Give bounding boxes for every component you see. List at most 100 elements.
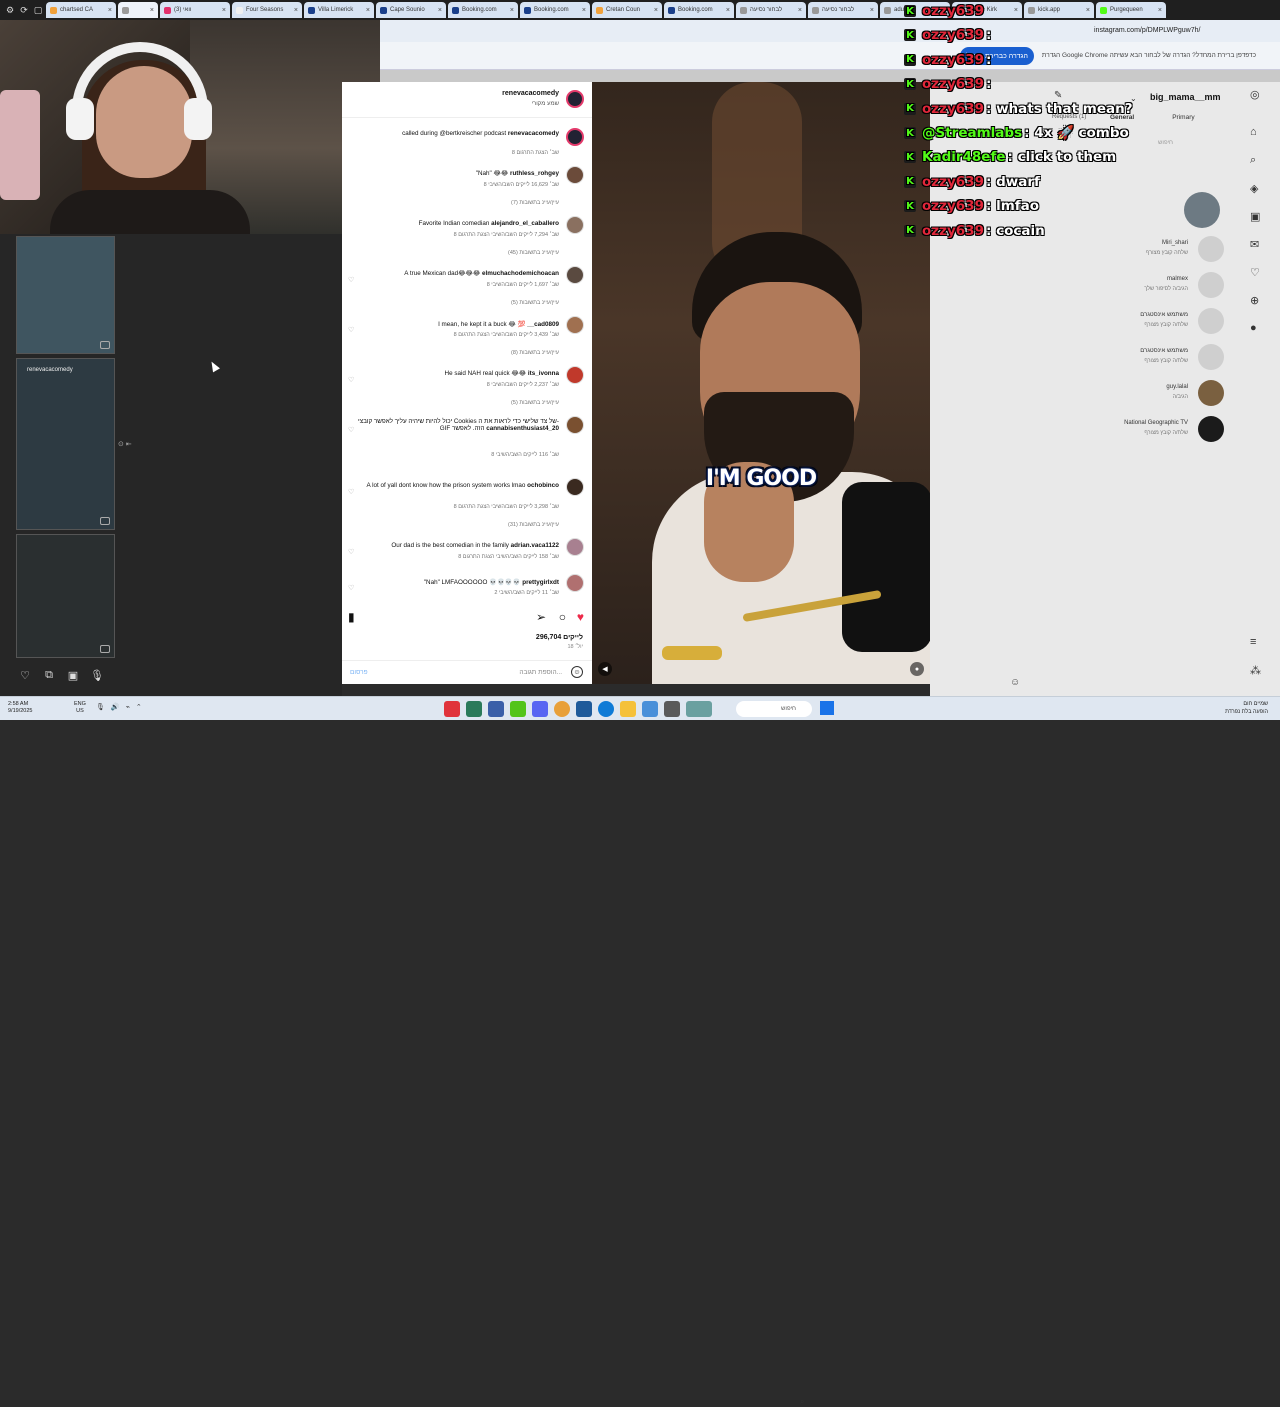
close-tab-icon[interactable]: × [726, 7, 730, 14]
more-icon[interactable]: ⁂ [1250, 664, 1261, 677]
close-tab-icon[interactable]: × [798, 7, 802, 14]
author-avatar[interactable] [566, 128, 584, 146]
file-explorer-icon[interactable] [620, 701, 636, 717]
notifications-icon[interactable]: ♡ [1250, 266, 1260, 279]
browser-tab[interactable]: (3) וואי × [160, 2, 230, 18]
like-heart-icon[interactable]: ♥ [577, 610, 584, 624]
browser-tab[interactable]: chartsed CA × [46, 2, 116, 18]
chat-username[interactable]: ozzy639 [922, 3, 984, 19]
split-icon[interactable]: ▢ [32, 4, 44, 16]
menu-icon[interactable]: ≡ [1250, 636, 1256, 648]
chat-username[interactable]: ozzy639 [922, 76, 984, 92]
comment-icon[interactable]: ○ [559, 610, 566, 624]
weather-widget[interactable]: שמיים חום הופעה בלת נפרדת [1225, 700, 1268, 716]
commenter-username[interactable]: adrian.vaca1122 [511, 542, 559, 549]
share-icon[interactable]: ➢ [536, 610, 546, 624]
dm-avatar[interactable] [1198, 308, 1224, 334]
commenter-avatar[interactable] [566, 478, 584, 496]
comment-like-icon[interactable]: ♡ [348, 276, 354, 284]
create-icon[interactable]: ⊕ [1250, 294, 1259, 307]
emoji-icon[interactable]: ☺ [571, 666, 583, 678]
edge-icon[interactable] [598, 701, 614, 717]
commenter-avatar[interactable] [566, 316, 584, 334]
comment-like-icon[interactable]: ♡ [348, 488, 354, 496]
browser-tab[interactable]: Booking.com × [520, 2, 590, 18]
chevron-up-icon[interactable]: ⌃ [136, 703, 142, 711]
image-icon[interactable]: ▣ [66, 668, 80, 682]
commenter-username[interactable]: alejandro_el_caballero [491, 220, 559, 227]
dm-name[interactable]: משתמש אינסטגרם [1140, 348, 1188, 354]
author-audio[interactable]: שמע מקורי [531, 101, 559, 107]
thumbnail-window-1[interactable] [16, 236, 115, 354]
close-tab-icon[interactable]: × [366, 7, 370, 14]
browser-tab[interactable]: Cretan Coun × [592, 2, 662, 18]
dm-name[interactable]: malmex [1167, 276, 1188, 282]
commenter-username[interactable]: cannabisenthusiast4_20 [486, 425, 559, 432]
chat-username[interactable]: ozzy639 [922, 223, 984, 239]
chat-username[interactable]: ozzy639 [922, 174, 984, 190]
view-replies-link[interactable]: עיין/עיינ בתשובות (31) [508, 522, 559, 528]
dm-emoji-icon[interactable]: ☺ [1010, 677, 1020, 688]
close-tab-icon[interactable]: × [654, 7, 658, 14]
commenter-username[interactable]: __cad0809 [527, 321, 559, 328]
comment-input[interactable]: הוספת תגובה... [519, 669, 562, 676]
mute-icon[interactable]: ◀ [598, 662, 612, 676]
view-replies-link[interactable]: עיין/עיינ בתשובות (7) [511, 200, 559, 206]
commenter-avatar[interactable] [566, 366, 584, 384]
heart-icon[interactable]: ♡ [18, 668, 32, 682]
windows-start-icon[interactable] [820, 701, 834, 715]
comment-like-icon[interactable]: ♡ [348, 376, 354, 384]
browser-tab[interactable]: לבחור נסיעה × [736, 2, 806, 18]
browser-tab[interactable]: Booking.com × [448, 2, 518, 18]
reel-video[interactable]: I'M GOOD ◀ ● [592, 82, 930, 684]
likes-count[interactable]: 296,704 לייקים [536, 634, 583, 641]
app-icon-2[interactable] [466, 701, 482, 717]
tagged-user-icon[interactable]: ● [910, 662, 924, 676]
widget-icon[interactable] [686, 701, 712, 717]
volume-icon[interactable]: 🔊 [111, 703, 120, 711]
dm-name[interactable]: משתמש אינסטגרם [1140, 312, 1188, 318]
close-tab-icon[interactable]: × [222, 7, 226, 14]
mic-icon[interactable]: 🎙 [90, 668, 104, 682]
close-tab-icon[interactable]: × [510, 7, 514, 14]
tab-list-icon[interactable]: ⟳ [18, 4, 30, 16]
taskbar-search[interactable]: חיפוש [736, 701, 812, 717]
comment-like-icon[interactable]: ♡ [348, 584, 354, 592]
chat-username[interactable]: ozzy639 [922, 101, 984, 117]
chat-username[interactable]: ozzy639 [922, 198, 984, 214]
close-tab-icon[interactable]: × [870, 7, 874, 14]
dm-name[interactable]: National Geographic TV [1124, 420, 1188, 426]
thumbnail-window-2[interactable]: renevacacomedy [16, 358, 115, 530]
commenter-avatar[interactable] [566, 574, 584, 592]
commenter-avatar[interactable] [566, 416, 584, 434]
copy-icon[interactable]: ⧉ [42, 668, 56, 682]
author-name[interactable]: renevacacomedy [502, 90, 559, 97]
comment-like-icon[interactable]: ♡ [348, 326, 354, 334]
bookmark-icon[interactable]: ▮ [348, 610, 355, 624]
commenter-username[interactable]: ruthless_rohgey [510, 170, 559, 177]
dm-name[interactable]: Miri_shari [1162, 240, 1188, 246]
close-tab-icon[interactable]: × [582, 7, 586, 14]
close-tab-icon[interactable]: × [294, 7, 298, 14]
browser-tab[interactable]: Four Seasons × [232, 2, 302, 18]
chat-username[interactable]: ozzy639 [922, 27, 984, 43]
commenter-avatar[interactable] [566, 266, 584, 284]
clock[interactable]: 2:58 AM 9/19/2025 [8, 701, 32, 715]
app-icon-1[interactable] [444, 701, 460, 717]
close-tab-icon[interactable]: × [108, 7, 112, 14]
profile-icon[interactable]: ● [1250, 322, 1257, 334]
browser-tab[interactable]: לבחור נסיעה × [808, 2, 878, 18]
network-icon[interactable]: ⌁ [126, 703, 130, 711]
commenter-avatar[interactable] [566, 538, 584, 556]
comment-like-icon[interactable]: ♡ [348, 548, 354, 556]
app-icon-10[interactable] [642, 701, 658, 717]
author-avatar[interactable] [566, 90, 584, 108]
commenter-avatar[interactable] [566, 216, 584, 234]
view-replies-link[interactable]: עיין/עיינ בתשובות (45) [508, 250, 559, 256]
discord-icon[interactable] [532, 701, 548, 717]
dm-avatar[interactable] [1198, 416, 1224, 442]
dm-avatar[interactable] [1198, 344, 1224, 370]
commenter-username[interactable]: prettygirlxdt [522, 579, 559, 586]
chat-username[interactable]: Kadir48efe [922, 149, 1006, 165]
browser-tab[interactable]: Booking.com × [664, 2, 734, 18]
